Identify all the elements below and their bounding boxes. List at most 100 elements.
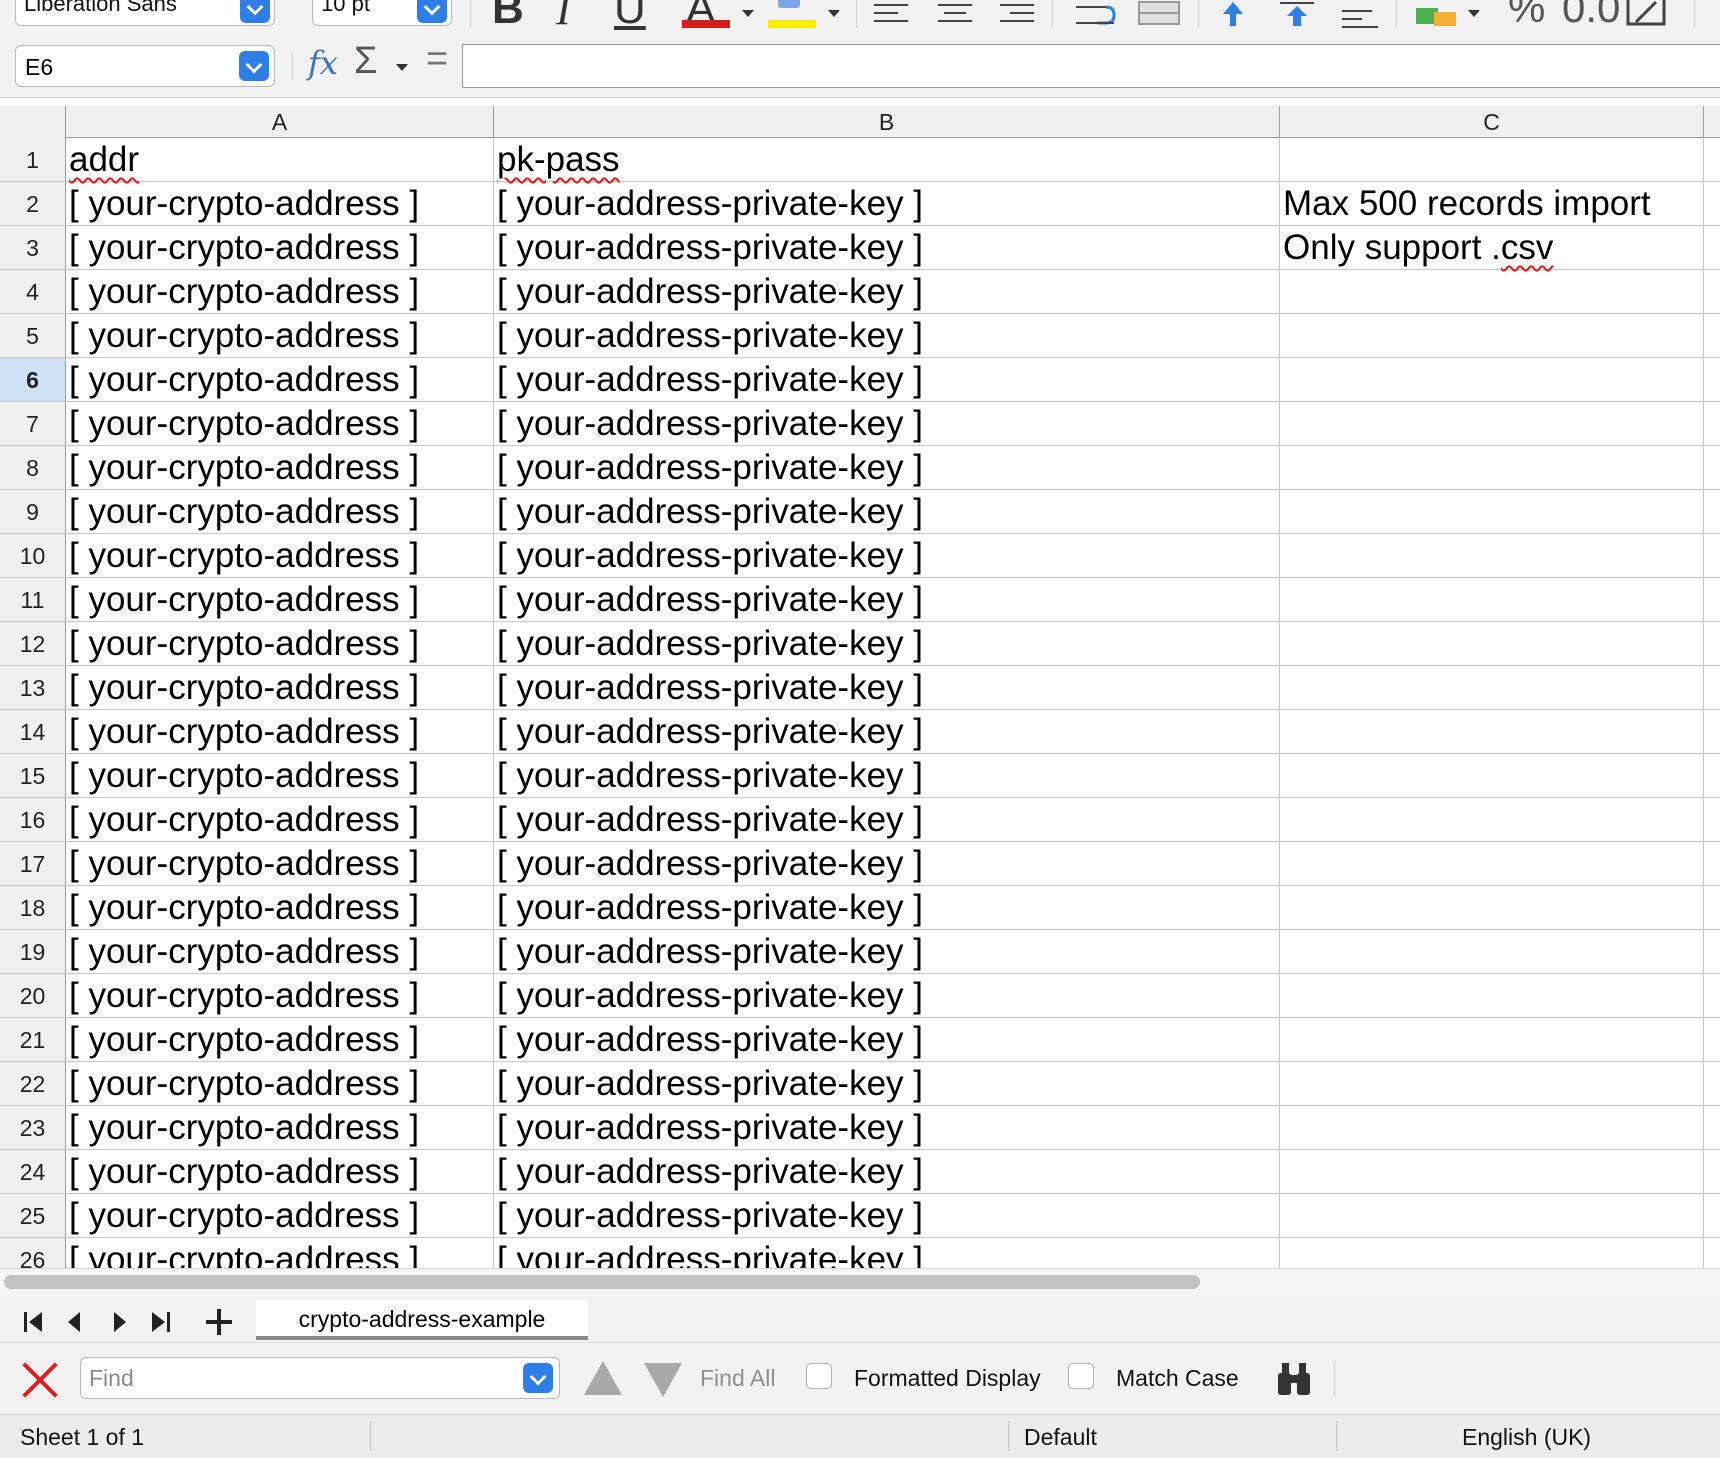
row-header[interactable]: 3 [0, 226, 66, 270]
cell-a[interactable]: [ your-crypto-address ] [66, 182, 494, 226]
cell-c[interactable] [1280, 578, 1704, 622]
name-box[interactable]: E6 [15, 45, 275, 87]
cell-a[interactable]: [ your-crypto-address ] [66, 358, 494, 402]
cell-b[interactable]: [ your-address-private-key ] [494, 886, 1280, 930]
row-header[interactable]: 16 [0, 798, 66, 842]
cell-c[interactable] [1280, 930, 1704, 974]
row-header[interactable]: 6 [0, 358, 66, 402]
align-center-icon[interactable] [938, 0, 974, 36]
horizontal-scrollbar[interactable] [0, 1268, 1720, 1296]
language-status[interactable]: English (UK) [1462, 1424, 1591, 1451]
cell-c[interactable] [1280, 1194, 1704, 1238]
cell-b[interactable]: [ your-address-private-key ] [494, 314, 1280, 358]
cell-a[interactable]: [ your-crypto-address ] [66, 1062, 494, 1106]
cell-c[interactable] [1280, 1106, 1704, 1150]
row-header[interactable]: 19 [0, 930, 66, 974]
cell-b[interactable]: [ your-address-private-key ] [494, 182, 1280, 226]
last-sheet-icon[interactable] [144, 1304, 178, 1338]
cell-b[interactable]: [ your-address-private-key ] [494, 1150, 1280, 1194]
cell-b[interactable]: [ your-address-private-key ] [494, 710, 1280, 754]
cell-d[interactable] [1704, 490, 1720, 534]
cell-c[interactable]: Only support .csv [1280, 226, 1704, 270]
cell-d[interactable] [1704, 842, 1720, 886]
cell-a[interactable]: [ your-crypto-address ] [66, 226, 494, 270]
cell-d[interactable] [1704, 754, 1720, 798]
cell-a[interactable]: [ your-crypto-address ] [66, 930, 494, 974]
sheet-tab-crypto-address-example[interactable]: crypto-address-example [256, 1300, 588, 1340]
cell-b[interactable]: [ your-address-private-key ] [494, 578, 1280, 622]
row-header[interactable]: 13 [0, 666, 66, 710]
cell-b[interactable]: [ your-address-private-key ] [494, 1062, 1280, 1106]
row-header[interactable]: 11 [0, 578, 66, 622]
add-sheet-icon[interactable] [202, 1304, 236, 1338]
cell-a[interactable]: [ your-crypto-address ] [66, 1106, 494, 1150]
cell-d[interactable] [1704, 578, 1720, 622]
row-header[interactable]: 23 [0, 1106, 66, 1150]
row-header[interactable]: 1 [0, 138, 66, 182]
cell-b[interactable]: [ your-address-private-key ] [494, 402, 1280, 446]
cell-a[interactable]: [ your-crypto-address ] [66, 622, 494, 666]
previous-sheet-icon[interactable] [58, 1304, 92, 1338]
cell-a[interactable]: [ your-crypto-address ] [66, 1150, 494, 1194]
row-header[interactable]: 14 [0, 710, 66, 754]
cell-c[interactable] [1280, 1150, 1704, 1194]
bold-button[interactable]: B [492, 0, 524, 33]
column-header-a[interactable]: A [66, 106, 494, 138]
cell-d[interactable] [1704, 446, 1720, 490]
cell-b[interactable]: [ your-address-private-key ] [494, 622, 1280, 666]
cell-d[interactable] [1704, 666, 1720, 710]
cell-b[interactable]: [ your-address-private-key ] [494, 358, 1280, 402]
row-header[interactable]: 2 [0, 182, 66, 226]
cell-a[interactable]: [ your-crypto-address ] [66, 974, 494, 1018]
cell-d[interactable] [1704, 1150, 1720, 1194]
page-style-status[interactable]: Default [1024, 1424, 1097, 1451]
cell-c[interactable] [1280, 842, 1704, 886]
row-header[interactable]: 7 [0, 402, 66, 446]
chevron-down-icon[interactable] [742, 10, 754, 17]
cell-c[interactable] [1280, 1018, 1704, 1062]
cell-a[interactable]: [ your-crypto-address ] [66, 1018, 494, 1062]
cell-a[interactable]: [ your-crypto-address ] [66, 1238, 494, 1268]
cell-d[interactable] [1704, 1106, 1720, 1150]
cell-b[interactable]: [ your-address-private-key ] [494, 754, 1280, 798]
select-all-corner[interactable] [0, 106, 66, 138]
cell-c[interactable]: Max 500 records import [1280, 182, 1704, 226]
row-header[interactable]: 26 [0, 1238, 66, 1268]
cell-d[interactable] [1704, 358, 1720, 402]
cell-a[interactable]: [ your-crypto-address ] [66, 490, 494, 534]
row-header[interactable]: 12 [0, 622, 66, 666]
cell-b[interactable]: [ your-address-private-key ] [494, 974, 1280, 1018]
chevron-down-icon[interactable] [396, 64, 408, 71]
cell-b[interactable]: [ your-address-private-key ] [494, 666, 1280, 710]
formatted-display-checkbox[interactable] [806, 1363, 832, 1389]
currency-format-icon[interactable] [1414, 0, 1458, 36]
sum-icon[interactable]: Σ [354, 40, 378, 83]
cell-d[interactable] [1704, 1194, 1720, 1238]
chevron-down-icon[interactable] [417, 0, 447, 23]
cell-c[interactable] [1280, 886, 1704, 930]
find-all-button[interactable]: Find All [700, 1365, 775, 1392]
cell-b[interactable]: [ your-address-private-key ] [494, 798, 1280, 842]
column-header-b[interactable]: B [494, 106, 1280, 138]
row-header[interactable]: 17 [0, 842, 66, 886]
row-header[interactable]: 4 [0, 270, 66, 314]
cell-a[interactable]: [ your-crypto-address ] [66, 886, 494, 930]
row-header[interactable]: 22 [0, 1062, 66, 1106]
italic-button[interactable]: I [556, 0, 571, 34]
match-case-checkbox[interactable] [1068, 1363, 1094, 1389]
chevron-down-icon[interactable] [239, 51, 269, 81]
cell-c[interactable] [1280, 138, 1704, 182]
underline-button[interactable]: U [614, 0, 646, 33]
align-left-icon[interactable] [874, 0, 910, 36]
cell-d[interactable] [1704, 1238, 1720, 1268]
find-next-icon[interactable] [644, 1363, 682, 1397]
cell-b[interactable]: [ your-address-private-key ] [494, 270, 1280, 314]
cell-c[interactable] [1280, 974, 1704, 1018]
cell-c[interactable] [1280, 358, 1704, 402]
cell-b[interactable]: [ your-address-private-key ] [494, 534, 1280, 578]
cell-d[interactable] [1704, 798, 1720, 842]
chevron-down-icon[interactable] [1468, 10, 1480, 17]
cell-d[interactable] [1704, 1018, 1720, 1062]
find-previous-icon[interactable] [584, 1361, 622, 1395]
cell-b[interactable]: [ your-address-private-key ] [494, 1194, 1280, 1238]
